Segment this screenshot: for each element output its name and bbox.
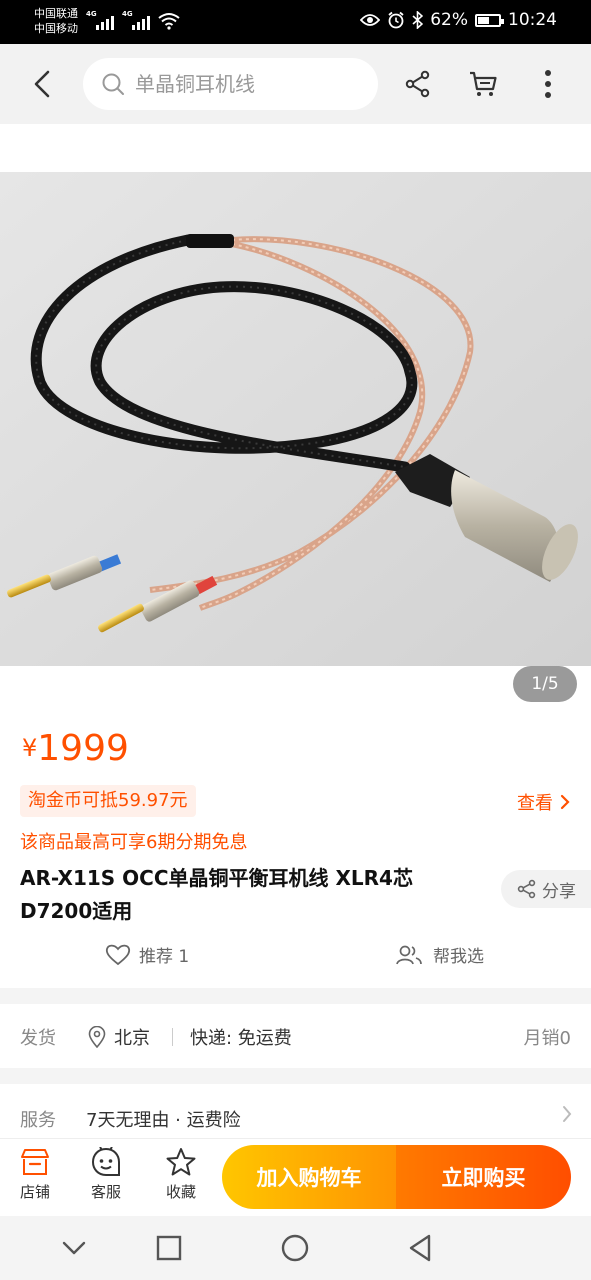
back-arrow-icon <box>34 70 50 98</box>
gallery-page-indicator: 1/5 <box>513 666 577 702</box>
service-button-label: 客服 <box>90 1183 121 1201</box>
search-bar[interactable] <box>83 58 378 110</box>
cart-icon <box>470 71 497 96</box>
service-row[interactable]: 服务 7天无理由 · 运费险 <box>0 1084 591 1138</box>
divider <box>172 1028 173 1046</box>
status-bar: 中国联通 中国移动 4G 4G 62% 10:24 <box>0 0 591 44</box>
coin-discount-tag: 淘金币可抵59.97元 <box>20 785 196 817</box>
recommend-button[interactable]: 推荐 1 <box>105 942 189 967</box>
section-divider <box>0 988 591 1004</box>
chevron-right-icon <box>560 794 570 810</box>
monthly-sales: 月销0 <box>523 1028 571 1049</box>
installment-info: 该商品最高可享6期分期免息 <box>20 832 248 853</box>
favorite-label: 收藏 <box>165 1183 196 1201</box>
system-navigation-bar <box>0 1216 591 1280</box>
nav-home-button[interactable] <box>277 1230 313 1266</box>
signal-icon: 4G <box>122 10 152 30</box>
customer-service-button[interactable]: 客服 <box>76 1147 136 1202</box>
people-icon <box>396 945 422 964</box>
store-button[interactable]: 店铺 <box>5 1147 65 1202</box>
triangle-back-icon <box>409 1234 431 1262</box>
signal-group: 4G 4G <box>86 10 180 30</box>
clock: 10:24 <box>508 10 557 30</box>
battery-icon <box>475 13 504 27</box>
share-button[interactable] <box>402 68 434 100</box>
shipping-location: 北京 <box>88 1024 150 1050</box>
bluetooth-icon <box>412 11 424 29</box>
favorite-button[interactable]: 收藏 <box>151 1147 211 1202</box>
price-currency: ¥ <box>22 734 38 762</box>
status-right: 62% 10:24 <box>360 10 557 30</box>
product-photo[interactable] <box>0 172 591 666</box>
share-icon <box>517 879 536 899</box>
store-label: 店铺 <box>19 1183 50 1201</box>
service-label: 服务 <box>20 1110 56 1131</box>
more-button[interactable] <box>532 68 564 100</box>
service-value: 7天无理由 · 运费险 <box>86 1110 241 1131</box>
recommend-label: 推荐 1 <box>139 947 190 967</box>
wifi-icon <box>158 13 180 30</box>
nav-collapse-button[interactable] <box>56 1230 92 1266</box>
cart-button[interactable] <box>467 68 499 100</box>
carrier-info: 中国联通 中国移动 <box>34 6 78 36</box>
star-icon <box>166 1148 196 1176</box>
circle-icon <box>281 1234 309 1262</box>
shipping-row: 发货 北京 快递: 免运费 月销0 <box>0 1004 591 1068</box>
shipping-label: 发货 <box>20 1028 56 1049</box>
product-title: AR-X11S OCC单晶铜平衡耳机线 XLR4芯D7200适用 <box>20 866 413 923</box>
chevron-down-icon <box>62 1241 86 1255</box>
share-product-button[interactable]: 分享 <box>501 870 591 908</box>
buy-now-button[interactable]: 立即购买 <box>396 1145 571 1209</box>
signal-icon: 4G <box>86 10 116 30</box>
price: ¥1999 <box>22 728 129 769</box>
share-icon <box>405 70 430 98</box>
square-icon <box>156 1235 182 1261</box>
add-to-cart-button[interactable]: 加入购物车 <box>222 1145 396 1209</box>
help-choose-label: 帮我选 <box>433 947 484 967</box>
top-nav-bar <box>0 44 591 124</box>
alarm-icon <box>388 11 404 29</box>
more-icon <box>545 70 551 98</box>
carrier-2: 中国移动 <box>34 22 78 35</box>
nav-recents-button[interactable] <box>151 1230 187 1266</box>
battery-percent: 62% <box>430 10 468 30</box>
view-coin-link[interactable]: 查看 <box>517 789 571 815</box>
bottom-action-bar: 店铺 客服 收藏 加入购物车 立即购买 <box>0 1138 591 1216</box>
product-gallery[interactable]: 1/5 <box>0 124 591 716</box>
heart-icon <box>105 944 131 965</box>
view-label: 查看 <box>517 793 553 814</box>
express-fee: 快递: 免运费 <box>190 1028 292 1049</box>
back-button[interactable] <box>28 68 58 100</box>
chat-face-icon <box>91 1147 120 1176</box>
price-amount: 1999 <box>37 728 129 769</box>
eye-icon <box>360 14 381 26</box>
help-choose-button[interactable]: 帮我选 <box>395 942 484 967</box>
chevron-right-icon <box>563 1106 572 1122</box>
shipping-city: 北京 <box>114 1028 150 1049</box>
location-pin-icon <box>88 1026 106 1048</box>
search-input[interactable] <box>133 71 367 97</box>
nav-back-button[interactable] <box>402 1230 438 1266</box>
search-icon <box>102 73 124 95</box>
carrier-1: 中国联通 <box>34 7 78 20</box>
section-divider <box>0 1068 591 1084</box>
share-label: 分享 <box>542 881 576 902</box>
store-icon <box>21 1149 49 1175</box>
battery-fill <box>478 16 489 24</box>
